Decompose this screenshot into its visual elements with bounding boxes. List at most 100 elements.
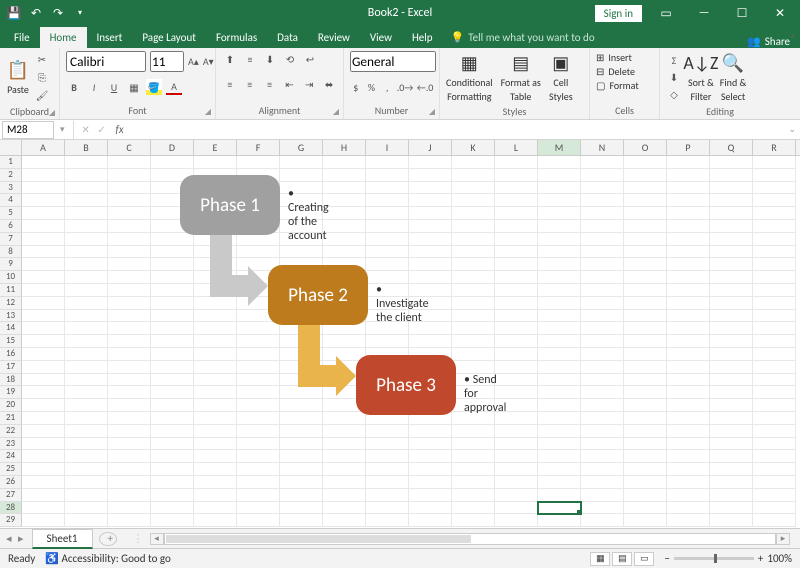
cell[interactable] [151, 310, 194, 323]
cell[interactable] [194, 322, 237, 335]
font-name-combo[interactable] [66, 51, 146, 72]
cell[interactable] [495, 194, 538, 207]
cell[interactable] [667, 233, 710, 246]
cell[interactable] [151, 463, 194, 476]
cell[interactable] [409, 194, 452, 207]
formula-input[interactable] [130, 121, 785, 139]
select-all-corner[interactable] [0, 140, 22, 155]
cell[interactable] [753, 412, 796, 425]
cell[interactable] [452, 489, 495, 502]
cell[interactable] [280, 425, 323, 438]
cell[interactable] [22, 438, 65, 451]
cell[interactable] [151, 374, 194, 387]
cell[interactable] [538, 169, 581, 182]
cell[interactable] [65, 335, 108, 348]
cell[interactable] [667, 502, 710, 515]
cell[interactable] [667, 182, 710, 195]
cell[interactable] [108, 156, 151, 169]
cell[interactable] [409, 182, 452, 195]
cell[interactable] [22, 182, 65, 195]
row-header[interactable]: 11 [0, 284, 22, 297]
cell[interactable] [237, 489, 280, 502]
wrap-text-icon[interactable]: ↩ [302, 51, 318, 67]
cell[interactable] [495, 182, 538, 195]
cell[interactable] [22, 476, 65, 489]
cell[interactable] [65, 374, 108, 387]
cell[interactable] [581, 310, 624, 323]
cell[interactable] [452, 502, 495, 515]
cell[interactable] [538, 412, 581, 425]
cell[interactable] [22, 207, 65, 220]
cell[interactable] [194, 335, 237, 348]
cell[interactable] [323, 182, 366, 195]
cell[interactable] [151, 233, 194, 246]
cell[interactable] [667, 361, 710, 374]
italic-button[interactable]: I [86, 79, 102, 95]
row-header[interactable]: 28 [0, 502, 22, 515]
row-header[interactable]: 7 [0, 233, 22, 246]
cell[interactable] [667, 412, 710, 425]
column-header[interactable]: F [237, 140, 280, 155]
cell[interactable] [237, 335, 280, 348]
cell[interactable] [65, 450, 108, 463]
name-box[interactable] [2, 121, 54, 139]
cell[interactable] [151, 335, 194, 348]
cell[interactable] [194, 412, 237, 425]
cell[interactable] [108, 463, 151, 476]
cell[interactable] [65, 297, 108, 310]
cell[interactable] [151, 476, 194, 489]
cell[interactable] [65, 220, 108, 233]
cut-icon[interactable]: ✂ [34, 51, 50, 67]
align-bottom-icon[interactable]: ⬇ [262, 51, 278, 67]
cell[interactable] [452, 271, 495, 284]
cell[interactable] [22, 412, 65, 425]
tab-file[interactable]: File [4, 27, 40, 48]
redo-icon[interactable]: ↷ [50, 5, 66, 21]
cell[interactable] [538, 450, 581, 463]
cell[interactable] [65, 361, 108, 374]
row-header[interactable]: 24 [0, 450, 22, 463]
cell[interactable] [237, 322, 280, 335]
cell[interactable] [65, 156, 108, 169]
cell[interactable] [452, 425, 495, 438]
cell[interactable] [108, 182, 151, 195]
cell[interactable] [753, 220, 796, 233]
cell[interactable] [495, 310, 538, 323]
cell[interactable] [495, 489, 538, 502]
cell[interactable] [624, 258, 667, 271]
cell[interactable] [538, 438, 581, 451]
cell[interactable] [538, 399, 581, 412]
cell[interactable] [366, 335, 409, 348]
cell[interactable] [710, 156, 753, 169]
cell[interactable] [538, 361, 581, 374]
cell[interactable] [280, 489, 323, 502]
page-layout-view-icon[interactable]: ▤ [612, 552, 632, 566]
cell[interactable] [581, 220, 624, 233]
cell[interactable] [108, 194, 151, 207]
cell[interactable] [452, 207, 495, 220]
cell[interactable] [151, 399, 194, 412]
sheet-nav-icons[interactable]: ◂ ▸ [0, 532, 32, 545]
copy-icon[interactable]: ⎘ [34, 69, 50, 85]
cell[interactable] [151, 271, 194, 284]
cell[interactable] [495, 476, 538, 489]
cell[interactable] [323, 156, 366, 169]
cell[interactable] [581, 386, 624, 399]
cell[interactable] [194, 297, 237, 310]
cell[interactable] [237, 514, 280, 527]
cell[interactable] [22, 399, 65, 412]
cell[interactable] [667, 297, 710, 310]
cell[interactable] [624, 438, 667, 451]
cell[interactable] [452, 194, 495, 207]
cell[interactable] [624, 207, 667, 220]
cell[interactable] [65, 194, 108, 207]
cell[interactable] [108, 233, 151, 246]
tab-view[interactable]: View [360, 27, 402, 48]
row-header[interactable]: 15 [0, 335, 22, 348]
cell[interactable] [65, 386, 108, 399]
cell[interactable] [65, 502, 108, 515]
cell[interactable] [624, 450, 667, 463]
number-format-combo[interactable] [350, 51, 436, 72]
cell[interactable] [366, 450, 409, 463]
scroll-track[interactable] [164, 533, 776, 545]
